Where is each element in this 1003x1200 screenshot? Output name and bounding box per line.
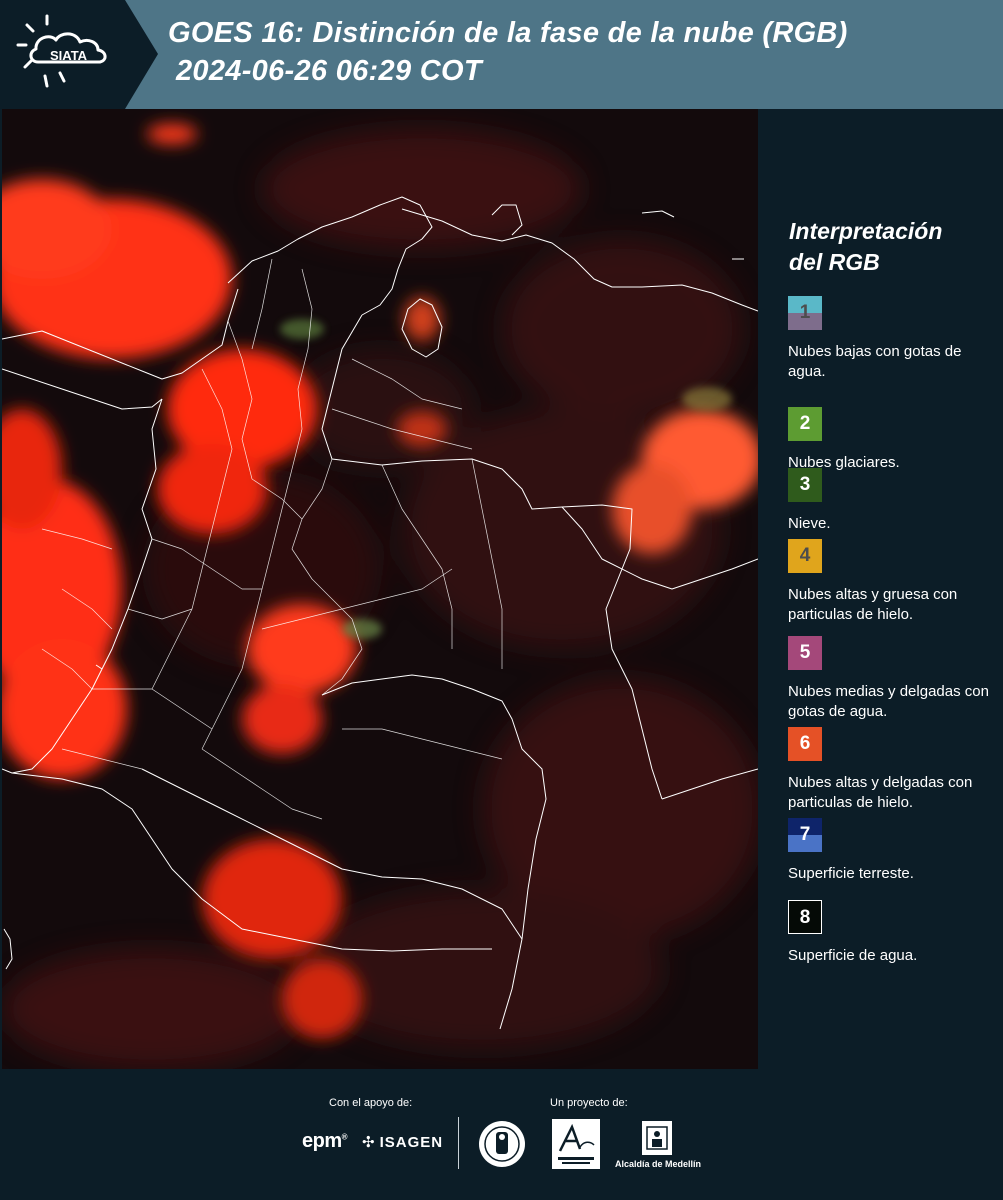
- isagen-logo-text: ISAGEN: [379, 1134, 444, 1151]
- legend-swatch-3: 3: [788, 468, 822, 502]
- legend-number: 7: [799, 824, 811, 845]
- footer-divider: [458, 1117, 459, 1169]
- legend-number: 2: [799, 413, 811, 434]
- legend-number: 3: [799, 474, 811, 495]
- legend-swatch-1: 1: [788, 296, 822, 330]
- university-seal-icon: [477, 1119, 527, 1174]
- legend-number: 1: [799, 302, 811, 323]
- legend-panel: Interpretación del RGB 1 Nubes bajas con …: [760, 109, 1003, 1069]
- legend-label: Nubes altas y delgadas con particulas de…: [788, 774, 973, 811]
- legend-label: Superficie de agua.: [788, 947, 918, 964]
- isagen-logo: ✣ ISAGEN: [362, 1133, 443, 1151]
- epm-logo-text: epm: [302, 1130, 342, 1152]
- page-timestamp: 2024-06-26 06:29 COT: [176, 55, 482, 87]
- legend-item-4: 4 Nubes altas y gruesa con particulas de …: [788, 539, 1000, 625]
- header-bar: SIATA GOES 16: Distinción de la fase de …: [0, 0, 1003, 109]
- legend-title-line2: del RGB: [789, 249, 880, 275]
- legend-item-1: 1 Nubes bajas con gotas de agua.: [788, 296, 1000, 382]
- epm-logo: epm®: [302, 1130, 348, 1152]
- legend-label: Nubes bajas con gotas de agua.: [788, 343, 962, 380]
- legend-swatch-8: 8: [788, 900, 822, 934]
- legend-label: Nubes medias y delgadas con gotas de agu…: [788, 683, 989, 720]
- project-label: Un proyecto de:: [550, 1097, 628, 1109]
- legend-item-7: 7 Superficie terreste.: [788, 818, 1000, 884]
- legend-number: 8: [799, 907, 811, 928]
- legend-item-5: 5 Nubes medias y delgadas con gotas de ag…: [788, 636, 1000, 722]
- legend-item-2: 2 Nubes glaciares.: [788, 407, 1000, 473]
- legend-title: Interpretación del RGB: [789, 216, 989, 278]
- legend-item-6: 6 Nubes altas y delgadas con particulas d…: [788, 727, 1000, 813]
- legend-label: Nubes altas y gruesa con particulas de h…: [788, 586, 958, 623]
- isagen-mark-icon: ✣: [362, 1134, 376, 1151]
- legend-item-8: 8 Superficie de agua.: [788, 900, 1000, 966]
- legend-title-line1: Interpretación: [789, 218, 943, 244]
- satellite-map: [2, 109, 758, 1069]
- page-title: GOES 16: Distinción de la fase de la nub…: [168, 17, 848, 49]
- legend-item-3: 3 Nieve.: [788, 468, 1000, 534]
- legend-swatch-7: 7: [788, 818, 822, 852]
- legend-swatch-5: 5: [788, 636, 822, 670]
- footer: Con el apoyo de: epm® ✣ ISAGEN Un proyect…: [0, 1069, 1003, 1200]
- area-metropolitana-logo: [552, 1119, 600, 1174]
- legend-number: 5: [799, 642, 811, 663]
- legend-swatch-6: 6: [788, 727, 822, 761]
- siata-logo: SIATA: [0, 0, 160, 109]
- support-label: Con el apoyo de:: [329, 1097, 413, 1109]
- legend-swatch-2: 2: [788, 407, 822, 441]
- alcaldia-label: Alcaldía de Medellín: [614, 1159, 702, 1169]
- legend-number: 4: [799, 545, 811, 566]
- legend-swatch-4: 4: [788, 539, 822, 573]
- siata-logo-text: SIATA: [50, 48, 88, 63]
- legend-label: Superficie terreste.: [788, 865, 914, 882]
- legend-number: 6: [799, 733, 811, 754]
- legend-label: Nieve.: [788, 515, 831, 532]
